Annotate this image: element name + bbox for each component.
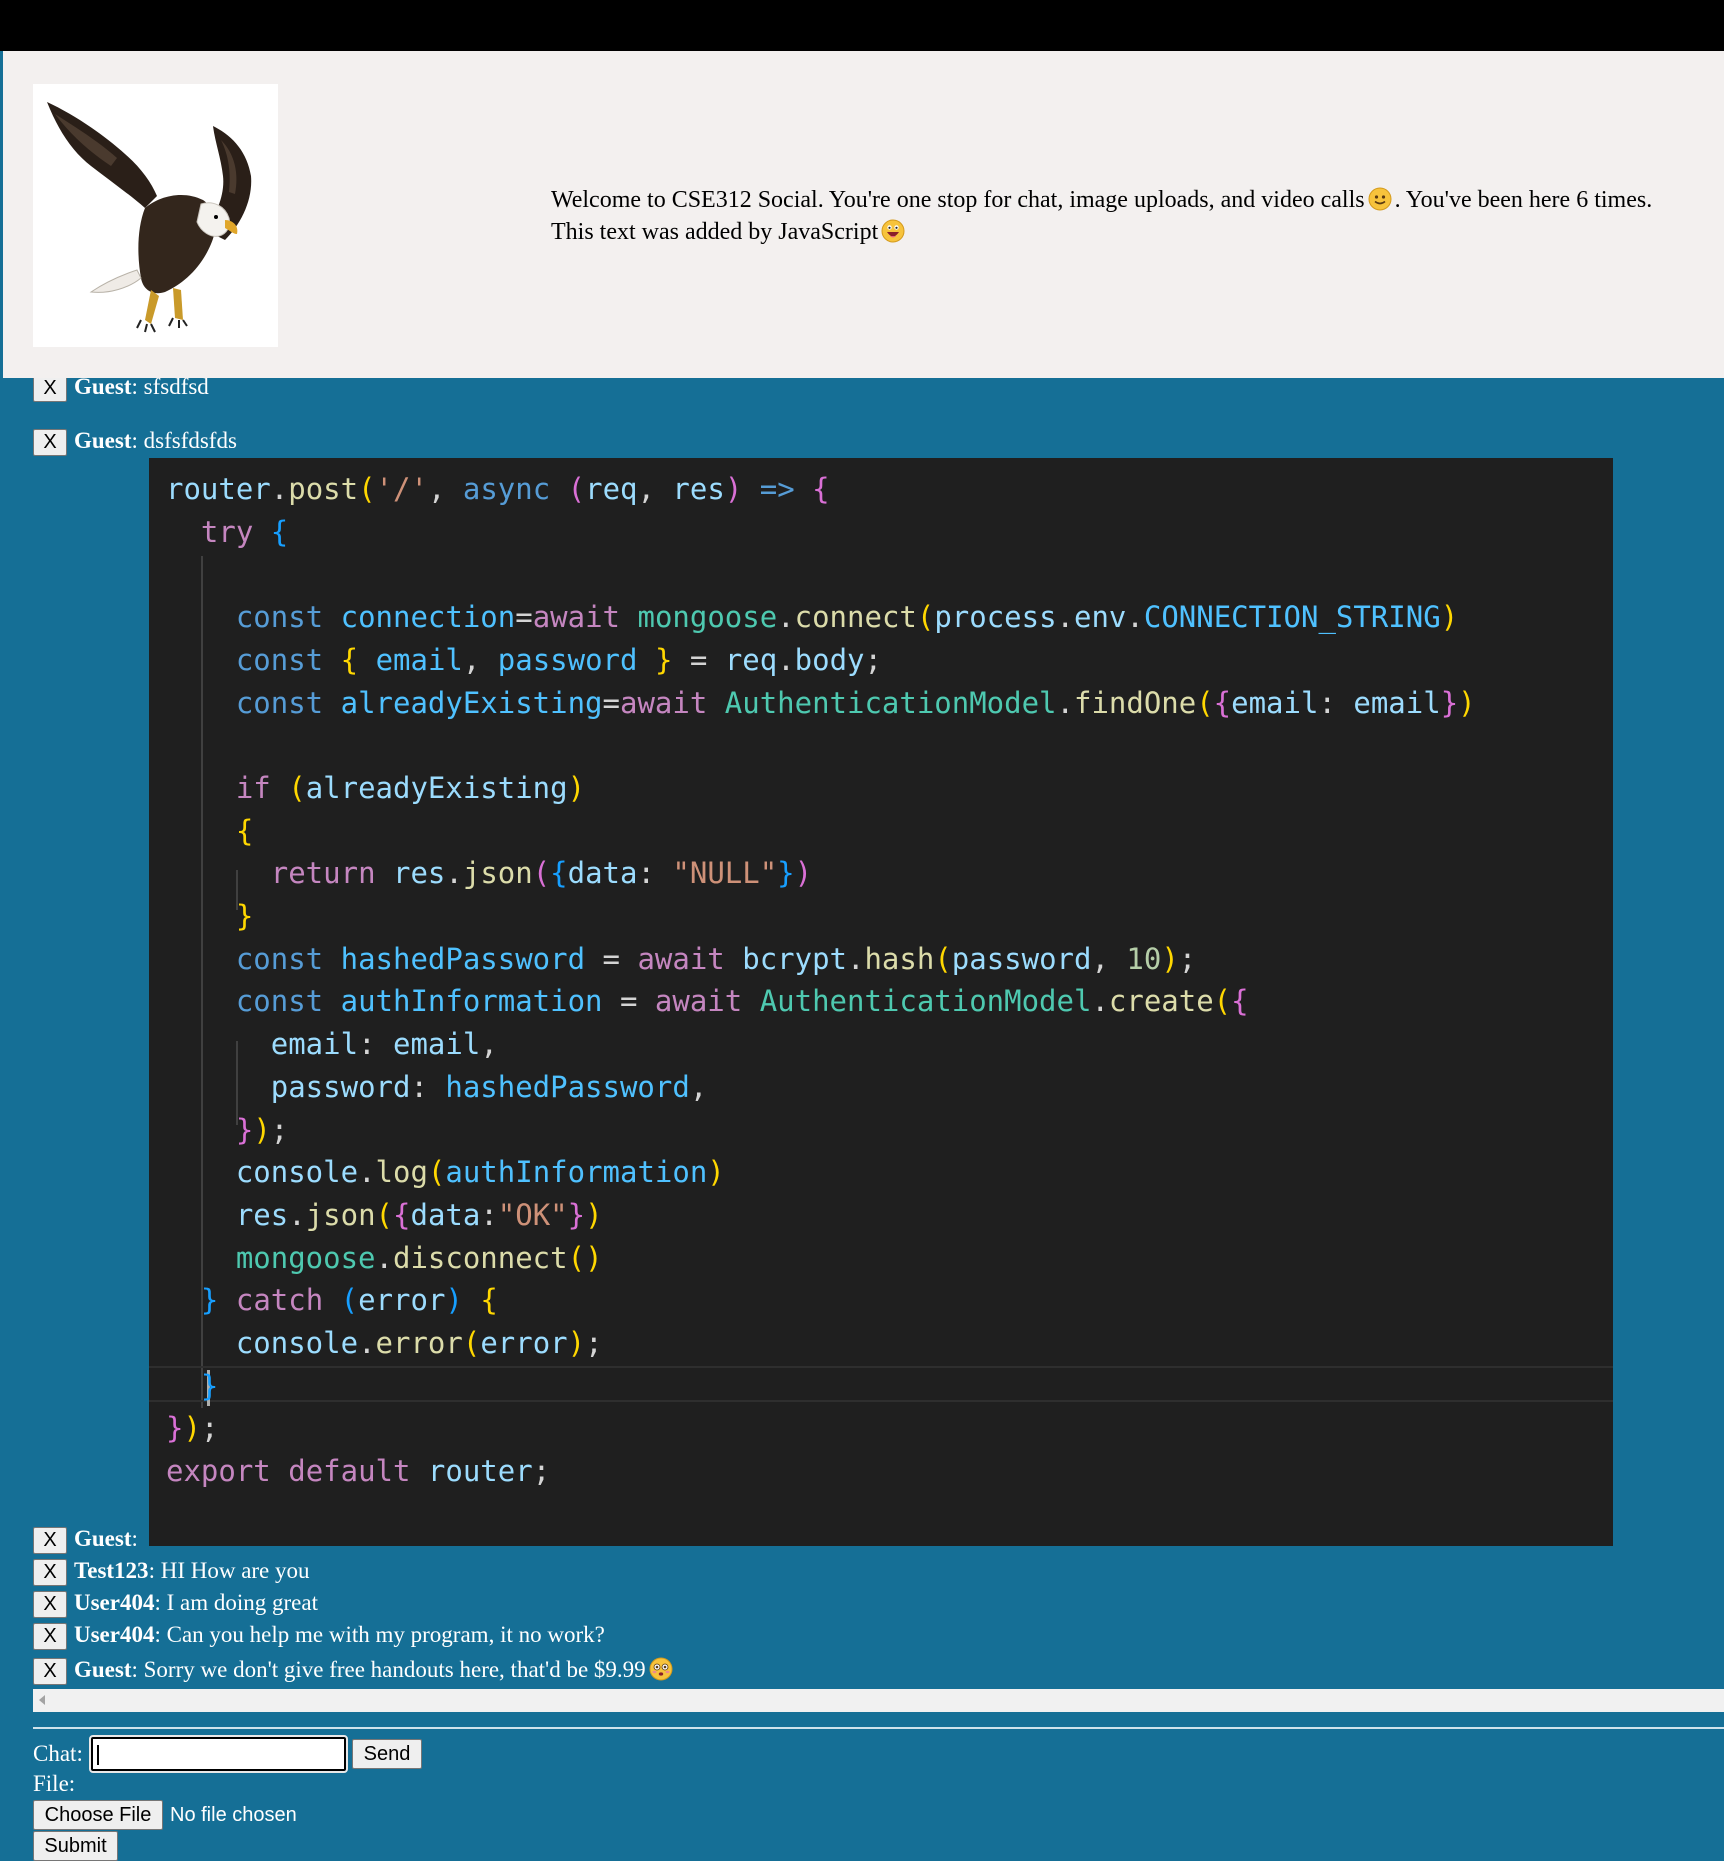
code-line: if (alreadyExisting): [235, 770, 586, 805]
code-line: email: email,: [270, 1027, 498, 1062]
browser-top-bar: [0, 0, 1724, 51]
code-line: router.post('/', async (req, res) => {: [166, 472, 830, 506]
flushed-emoji-icon: [649, 1657, 673, 1681]
code-line: const { email, password } = req.body;: [235, 642, 882, 677]
chat-message: X User404: I am doing great: [33, 1588, 318, 1619]
code-line: const alreadyExisting=await Authenticati…: [235, 685, 1476, 720]
code-line: export default router;: [166, 1454, 551, 1489]
code-line: const authInformation = await Authentica…: [235, 984, 1249, 1019]
delete-message-button[interactable]: X: [33, 1527, 67, 1555]
message-username: Guest: [74, 1657, 132, 1682]
message-username: User404: [74, 1590, 155, 1615]
code-line: const hashedPassword = await bcrypt.hash…: [235, 941, 1197, 976]
code-line: }: [200, 1368, 219, 1403]
scroll-left-arrow-icon[interactable]: [39, 1695, 45, 1705]
message-username: Guest: [74, 378, 132, 399]
message-text: : Can you help me with my program, it no…: [154, 1622, 605, 1647]
eagle-logo: [33, 84, 278, 347]
horizontal-scrollbar[interactable]: [33, 1689, 1724, 1712]
chat-message: X Guest: dsfsfdsfds: [33, 426, 237, 457]
delete-message-button[interactable]: X: [33, 378, 67, 403]
code-line: }: [235, 899, 254, 934]
chat-message: X User404: Can you help me with my progra…: [33, 1620, 605, 1651]
chat-message: X Guest: sfsdfsd: [33, 378, 209, 403]
message-text: : HI How are you: [148, 1558, 310, 1583]
message-username: User404: [74, 1622, 155, 1647]
code-line: });: [235, 1112, 289, 1147]
send-button[interactable]: Send: [352, 1739, 422, 1769]
submit-button[interactable]: Submit: [33, 1831, 118, 1861]
code-line: password: hashedPassword,: [270, 1069, 708, 1104]
divider: [33, 1727, 1724, 1729]
chat-message: X Guest:: [33, 1524, 138, 1555]
message-username: Test123: [74, 1558, 149, 1583]
code-text: router.post('/', async (req, res) => { t…: [166, 468, 1476, 1493]
choose-file-button[interactable]: Choose File: [33, 1800, 163, 1830]
code-line: console.log(authInformation): [235, 1155, 725, 1190]
message-text: : I am doing great: [154, 1590, 318, 1615]
chat-label: Chat:: [33, 1741, 83, 1766]
delete-message-button[interactable]: X: [33, 1623, 67, 1651]
text-caret: [97, 1745, 99, 1765]
grinning-emoji-icon: [881, 219, 905, 243]
message-username: Guest: [74, 1526, 132, 1551]
chat-message: X Test123: HI How are you: [33, 1556, 310, 1587]
delete-message-button[interactable]: X: [33, 1559, 67, 1587]
message-text: : sfsdfsd: [131, 378, 209, 399]
page-header: Welcome to CSE312 Social. You're one sto…: [3, 51, 1724, 378]
file-status-text: No file chosen: [170, 1804, 297, 1826]
chat-message: X Guest: Sorry we don't give free handout…: [33, 1655, 676, 1686]
delete-message-button[interactable]: X: [33, 1658, 67, 1686]
code-line: res.json({data:"OK"}): [235, 1197, 603, 1232]
message-text: :: [131, 1526, 138, 1551]
welcome-line1-a: Welcome to CSE312 Social. You're one sto…: [551, 187, 1365, 213]
file-label: File:: [33, 1771, 76, 1796]
code-screenshot-image: router.post('/', async (req, res) => { t…: [149, 458, 1613, 1546]
chat-input[interactable]: [89, 1735, 348, 1773]
code-line: const connection=await mongoose.connect(…: [235, 600, 1459, 635]
eagle-icon: [47, 102, 252, 333]
code-line: return res.json({data: "NULL"}): [270, 856, 813, 891]
code-line: } catch (error) {: [200, 1283, 498, 1318]
welcome-text: Welcome to CSE312 Social. You're one sto…: [551, 184, 1711, 248]
code-line: try {: [200, 514, 289, 549]
delete-message-button[interactable]: X: [33, 1591, 67, 1619]
message-username: Guest: [74, 428, 132, 453]
code-line: mongoose.disconnect(): [235, 1240, 603, 1275]
welcome-line2: This text was added by JavaScript: [551, 219, 879, 245]
message-text: : dsfsfdsfds: [131, 428, 237, 453]
code-line: {: [235, 813, 254, 848]
chat-messages[interactable]: X Guest: sfsdfsd X Guest: dsfsfdsfds route…: [0, 378, 1724, 1689]
message-text: : Sorry we don't give free handouts here…: [131, 1657, 646, 1682]
code-line: });: [166, 1411, 219, 1446]
code-line: console.error(error);: [235, 1326, 603, 1361]
smile-emoji-icon: [1368, 187, 1392, 211]
delete-message-button[interactable]: X: [33, 429, 67, 457]
welcome-line1-b: . You've been here 6 times.: [1394, 187, 1653, 213]
